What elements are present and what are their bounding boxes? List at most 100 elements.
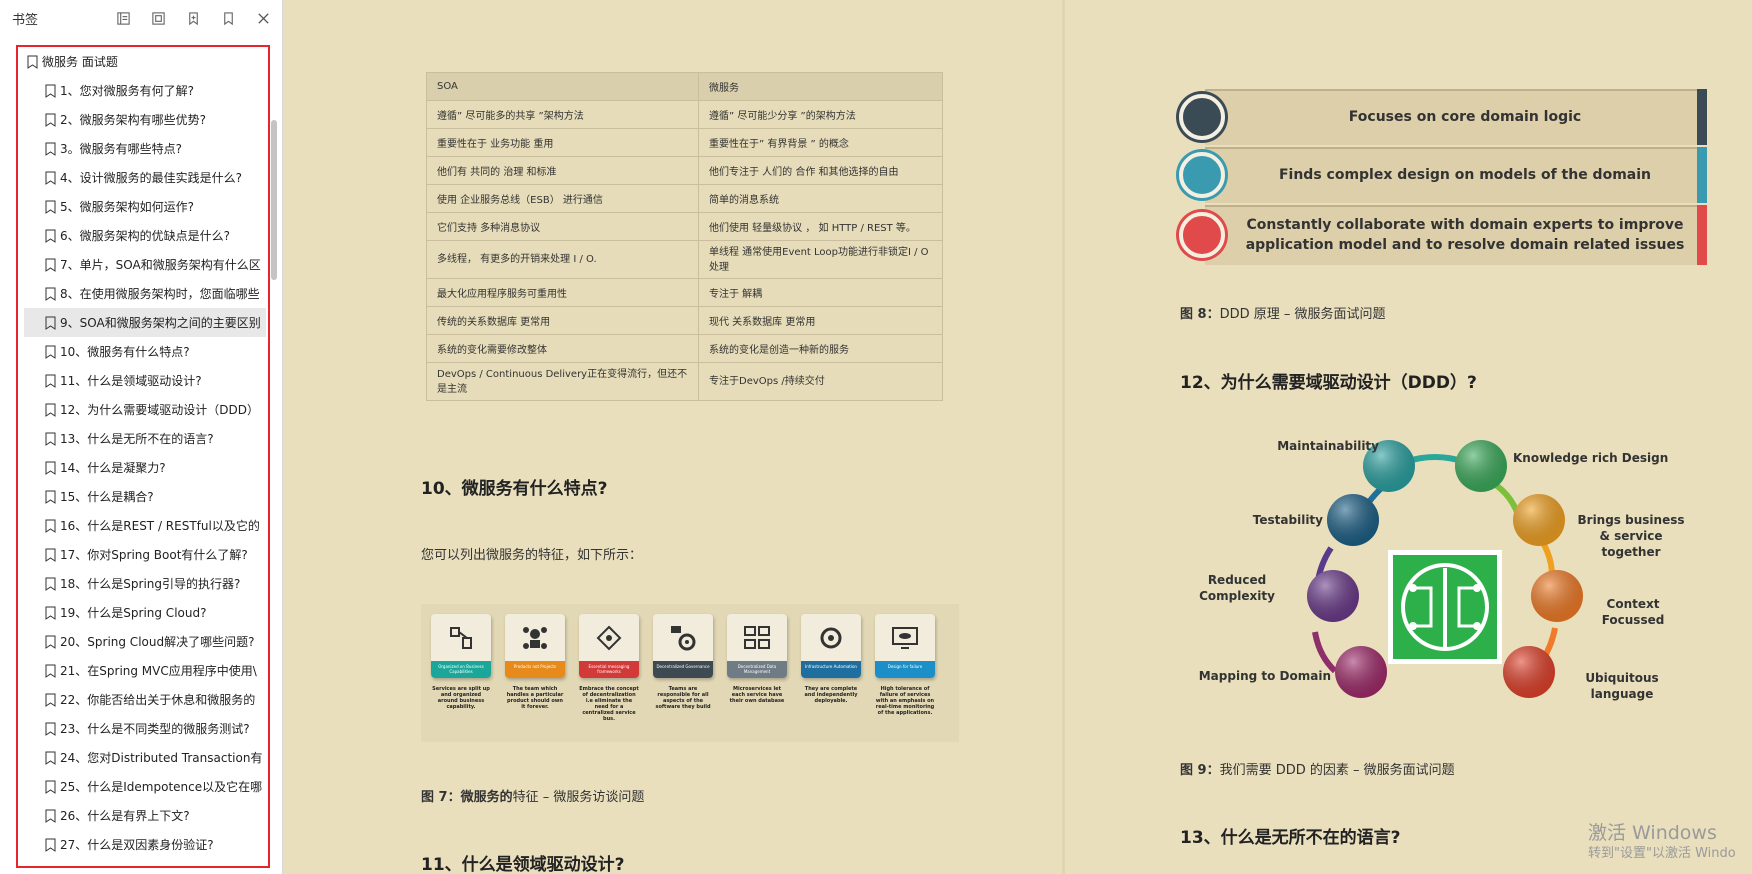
bookmark-item[interactable]: 21、在Spring MVC应用程序中使用\ (18, 656, 268, 685)
table-cell: 系统的变化需要修改整体 (426, 334, 699, 363)
bookmark-item[interactable]: 13、什么是无所不在的语言? (18, 424, 268, 453)
bookmark-item[interactable]: 6、微服务架构的优缺点是什么? (18, 221, 268, 250)
bookmark-item-label: 1、您对微服务有何了解? (60, 84, 195, 98)
bookmark-item[interactable]: 9、SOA和微服务架构之间的主要区别 (24, 308, 266, 337)
table-header-cell: SOA (426, 72, 699, 101)
bookmark-item[interactable]: 10、微服务有什么特点? (18, 337, 268, 366)
feature-desc: The team which handles a particular prod… (506, 686, 564, 710)
bookmark-root[interactable]: □ 微服务 面试题 (18, 47, 268, 76)
bookmark-item[interactable]: 2、微服务架构有哪些优势? (18, 105, 268, 134)
feature-desc: Microservices let each service have thei… (729, 686, 785, 704)
bookmark-root-label: 微服务 面试题 (42, 55, 118, 69)
table-cell: 他们使用 轻量级协议 ， 如 HTTP / REST 等。 (698, 212, 943, 241)
close-icon[interactable] (252, 7, 274, 29)
factor-ubiquitous-language: Ubiquitous language (1585, 671, 1659, 701)
section-heading-11: 11、什么是领域驱动设计? (421, 855, 625, 874)
sidebar-scroll-thumb[interactable] (271, 120, 277, 280)
bookmark-tree-highlight: □ 微服务 面试题 1、您对微服务有何了解? 2、微服务架构有哪些优势? 3。微服务… (16, 45, 270, 868)
factor-knowledge-rich-design: Knowledge rich Design (1513, 451, 1669, 465)
bookmark-item[interactable]: 17、你对Spring Boot有什么了解? (18, 540, 268, 569)
bookmark-item-label: 4、设计微服务的最佳实践是什么? (60, 171, 243, 185)
feature-card: Organized on Business Capabilities (431, 614, 491, 678)
table-cell: 使用 企业服务总线（ESB） 进行通信 (426, 184, 699, 213)
feature-card: Products not Projects (505, 614, 565, 678)
bookmark-icon (45, 171, 56, 185)
bookmark-item[interactable]: 3。微服务有哪些特点? (18, 134, 268, 163)
table-row: 重要性在于 业务功能 重用 重要性在于” 有界背景 ” 的概念 (426, 128, 943, 157)
sidebar-scrollbar[interactable] (271, 120, 279, 280)
bookmark-item[interactable]: 12、为什么需要域驱动设计（DDD） (18, 395, 268, 424)
section-heading-10: 10、微服务有什么特点? (421, 479, 608, 499)
bookmark-icon (27, 55, 38, 69)
bookmark-item-label: 27、什么是双因素身份验证? (60, 838, 214, 852)
bookmark-icon (45, 693, 56, 707)
feature-item: Design for failure High tolerance of fail… (875, 614, 935, 716)
bookmark-item-label: 13、什么是无所不在的语言? (60, 432, 214, 446)
bookmark-item-label: 7、单片，SOA和微服务架构有什么区 (60, 258, 261, 272)
factor-maintainability: Maintainability (1277, 439, 1379, 453)
principle-text: Constantly collaborate with domain exper… (1245, 217, 1685, 253)
bookmark-icon[interactable] (217, 7, 239, 29)
table-cell: 重要性在于” 有界背景 ” 的概念 (698, 128, 943, 157)
bookmark-item[interactable]: 19、什么是Spring Cloud? (18, 598, 268, 627)
bookmark-item[interactable]: 16、什么是REST / RESTful以及它的 (18, 511, 268, 540)
feature-band: Decentralized Governance (653, 661, 713, 678)
bookmark-icon (45, 635, 56, 649)
collapse-all-icon[interactable] (147, 7, 169, 29)
bookmark-item[interactable]: 5、微服务架构如何运作? (18, 192, 268, 221)
table-row: 传统的关系数据库 更常用 现代 关系数据库 更常用 (426, 306, 943, 335)
figure-7-caption: 图 7：微服务的特征 – 微服务访谈问题 (421, 786, 644, 805)
principle-row: Constantly collaborate with domain exper… (1177, 205, 1707, 265)
bookmark-item[interactable]: 15、什么是耦合? (18, 482, 268, 511)
soa-vs-microservice-table: SOA 微服务 遵循” 尽可能多的共享 ”架构方法 遵循” 尽可能少分享 ”的架构… (426, 72, 943, 401)
table-row: 使用 企业服务总线（ESB） 进行通信 简单的消息系统 (426, 184, 943, 213)
bookmark-item[interactable]: 1、您对微服务有何了解? (18, 76, 268, 105)
feature-item: Essential messaging frameworks Embrace th… (579, 614, 639, 722)
feature-band: Products not Projects (505, 661, 565, 678)
bookmark-item[interactable]: 23、什么是不同类型的微服务测试? (18, 714, 268, 743)
bookmark-item[interactable]: 8、在使用微服务架构时，您面临哪些 (18, 279, 268, 308)
bookmark-item-label: 9、SOA和微服务架构之间的主要区别 (60, 316, 261, 330)
bookmark-icon (45, 287, 56, 301)
bookmark-item[interactable]: 7、单片，SOA和微服务架构有什么区 (18, 250, 268, 279)
feature-band: Infrastructure Automation (801, 661, 861, 678)
bookmark-item-label: 11、什么是领域驱动设计? (60, 374, 202, 388)
bookmark-item[interactable]: 4、设计微服务的最佳实践是什么? (18, 163, 268, 192)
bookmark-icon (45, 809, 56, 823)
principle-accent (1697, 89, 1707, 145)
tree-toggle-icon[interactable]: □ (18, 57, 19, 67)
bookmark-item[interactable]: 11、什么是领域驱动设计? (18, 366, 268, 395)
bookmark-item-label: 6、微服务架构的优缺点是什么? (60, 229, 231, 243)
expand-all-icon[interactable] (112, 7, 134, 29)
bookmark-icon (45, 751, 56, 765)
principle-text: Finds complex design on models of the do… (1278, 167, 1652, 183)
bookmark-item-label: 10、微服务有什么特点? (60, 345, 190, 359)
bookmark-item[interactable]: 22、你能否给出关于休息和微服务的 (18, 685, 268, 714)
microservice-logo (1388, 550, 1502, 664)
figure-9-caption: 图 9：我们需要 DDD 的因素 – 微服务面试问题 (1180, 759, 1455, 778)
people-icon (523, 627, 547, 649)
bookmark-item-label: 12、为什么需要域驱动设计（DDD） (60, 403, 259, 417)
add-bookmark-icon[interactable] (182, 7, 204, 29)
bookmark-item-label: 20、Spring Cloud解决了哪些问题? (60, 635, 255, 649)
feature-item: Infrastructure Automation They are comple… (801, 614, 861, 704)
bookmark-icon (45, 316, 56, 330)
bookmark-item[interactable]: 20、Spring Cloud解决了哪些问题? (18, 627, 268, 656)
bookmark-item[interactable]: 24、您对Distributed Transaction有 (18, 743, 268, 772)
feature-card: Decentralized Governance (653, 614, 713, 678)
feature-desc: High tolerance of failure of services wi… (875, 686, 935, 716)
feature-band: Essential messaging frameworks (579, 661, 639, 678)
bookmark-icon (45, 577, 56, 591)
table-row: 遵循” 尽可能多的共享 ”架构方法 遵循” 尽可能少分享 ”的架构方法 (426, 100, 943, 129)
bookmark-item[interactable]: 26、什么是有界上下文? (18, 801, 268, 830)
bookmark-item[interactable]: 14、什么是凝聚力? (18, 453, 268, 482)
bookmark-item[interactable]: 25、什么是Idempotence以及它在哪 (18, 772, 268, 801)
table-header-cell: 微服务 (698, 72, 943, 101)
figure-9-caption-bold: 图 9： (1180, 763, 1220, 778)
figure-7-caption-bold: 图 7：微服务的 (421, 790, 513, 805)
feature-desc: Embrace the concept of decentralization … (579, 686, 639, 722)
table-cell: 系统的变化是创造一种新的服务 (698, 334, 943, 363)
bookmark-item[interactable]: 27、什么是双因素身份验证? (18, 830, 268, 859)
bookmark-item-label: 26、什么是有界上下文? (60, 809, 190, 823)
bookmark-item[interactable]: 18、什么是Spring引导的执行器? (18, 569, 268, 598)
